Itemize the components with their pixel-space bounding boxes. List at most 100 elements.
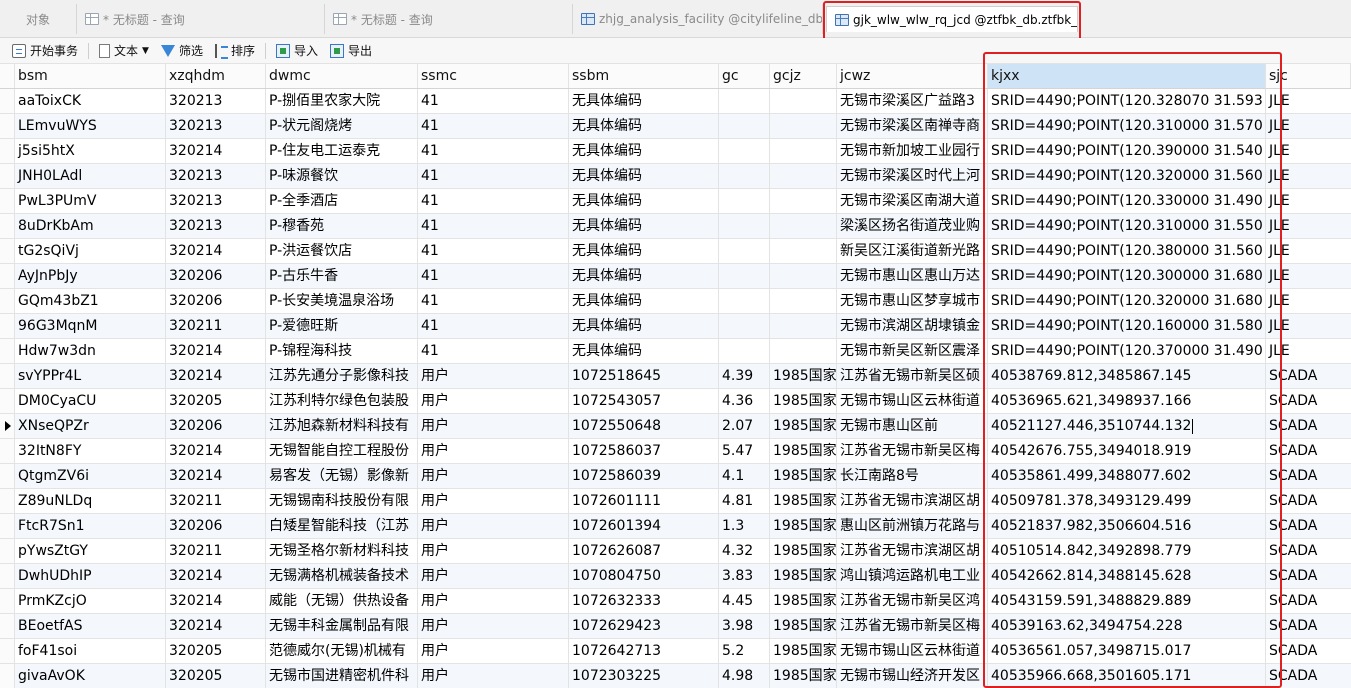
cell-kjxx[interactable]: 40510514.842,3492898.779 <box>988 539 1266 563</box>
cell-gcjz[interactable] <box>770 239 837 263</box>
cell-gcjz[interactable]: 1985国家 <box>770 414 837 438</box>
cell-ssmc[interactable]: 41 <box>418 314 569 338</box>
table-row[interactable]: aaToixCK 320213 P-捌佰里农家大院 41 无具体编码 无锡市梁溪区广益路3… <box>0 89 1351 114</box>
cell-kjxx[interactable]: SRID=4490;POINT(120.310000 31.550 <box>988 214 1266 238</box>
cell-ssbm[interactable]: 无具体编码 <box>569 139 719 163</box>
cell-kjxx[interactable]: SRID=4490;POINT(120.320000 31.560 <box>988 164 1266 188</box>
cell-sjc[interactable]: SCADA <box>1266 589 1351 613</box>
cell-ssbm[interactable]: 无具体编码 <box>569 214 719 238</box>
cell-ssmc[interactable]: 用户 <box>418 614 569 638</box>
cell-gc[interactable]: 4.36 <box>719 389 770 413</box>
cell-bsm[interactable]: j5si5htX <box>15 139 166 163</box>
cell-bsm[interactable]: 32ItN8FY <box>15 439 166 463</box>
cell-jcwz[interactable]: 无锡市锡山经济开发区 <box>837 664 988 688</box>
cell-gc[interactable]: 2.07 <box>719 414 770 438</box>
cell-ssbm[interactable]: 无具体编码 <box>569 89 719 113</box>
cell-kjxx[interactable]: 40543159.591,3488829.889 <box>988 589 1266 613</box>
cell-ssbm[interactable]: 无具体编码 <box>569 164 719 188</box>
cell-ssmc[interactable]: 41 <box>418 339 569 363</box>
cell-jcwz[interactable]: 江苏省无锡市滨湖区胡 <box>837 539 988 563</box>
cell-gcjz[interactable]: 1985国家 <box>770 639 837 663</box>
cell-kjxx[interactable]: SRID=4490;POINT(120.160000 31.580 <box>988 314 1266 338</box>
cell-jcwz[interactable]: 无锡市新加坡工业园行 <box>837 139 988 163</box>
tab-objects[interactable]: 对象 <box>0 4 77 34</box>
cell-ssmc[interactable]: 用户 <box>418 664 569 688</box>
cell-dwmc[interactable]: P-古乐牛香 <box>266 264 418 288</box>
cell-kjxx[interactable]: 40521837.982,3506604.516 <box>988 514 1266 538</box>
row-gutter[interactable] <box>0 464 15 488</box>
cell-gcjz[interactable]: 1985国家 <box>770 489 837 513</box>
filter-button[interactable]: 筛选 <box>155 40 209 62</box>
cell-ssbm[interactable]: 1070804750 <box>569 564 719 588</box>
cell-jcwz[interactable]: 无锡市惠山区前 <box>837 414 988 438</box>
cell-ssmc[interactable]: 41 <box>418 114 569 138</box>
table-row[interactable]: JNH0LAdl 320213 P-味源餐饮 41 无具体编码 无锡市梁溪区时代上河 SRI… <box>0 164 1351 189</box>
cell-sjc[interactable]: SCADA <box>1266 664 1351 688</box>
cell-xzqhdm[interactable]: 320206 <box>166 414 266 438</box>
cell-xzqhdm[interactable]: 320213 <box>166 164 266 188</box>
column-header-xzqhdm[interactable]: xzqhdm <box>166 64 266 88</box>
cell-ssmc[interactable]: 41 <box>418 164 569 188</box>
row-gutter[interactable] <box>0 139 15 163</box>
cell-bsm[interactable]: aaToixCK <box>15 89 166 113</box>
cell-ssbm[interactable]: 1072586037 <box>569 439 719 463</box>
cell-kjxx[interactable]: 40509781.378,3493129.499 <box>988 489 1266 513</box>
cell-bsm[interactable]: LEmvuWYS <box>15 114 166 138</box>
cell-kjxx[interactable]: 40536965.621,3498937.166 <box>988 389 1266 413</box>
cell-dwmc[interactable]: P-味源餐饮 <box>266 164 418 188</box>
cell-bsm[interactable]: foF41soi <box>15 639 166 663</box>
table-row[interactable]: BEoetfAS 320214 无锡丰科金属制品有限 用户 1072629423 3.98… <box>0 614 1351 639</box>
table-row[interactable]: DM0CyaCU 320205 江苏利特尔绿色包装股 用户 1072543057 4.36… <box>0 389 1351 414</box>
cell-ssmc[interactable]: 用户 <box>418 539 569 563</box>
cell-dwmc[interactable]: 无锡丰科金属制品有限 <box>266 614 418 638</box>
table-row[interactable]: PwL3PUmV 320213 P-全季酒店 41 无具体编码 无锡市梁溪区南湖大道 SRI… <box>0 189 1351 214</box>
cell-sjc[interactable]: SCADA <box>1266 389 1351 413</box>
row-gutter[interactable] <box>0 264 15 288</box>
cell-xzqhdm[interactable]: 320214 <box>166 239 266 263</box>
table-row[interactable]: PrmKZcjO 320214 威能（无锡）供热设备 用户 1072632333 4.45… <box>0 589 1351 614</box>
table-row[interactable]: Z89uNLDq 320211 无锡锡南科技股份有限 用户 1072601111 4.81… <box>0 489 1351 514</box>
cell-kjxx[interactable]: SRID=4490;POINT(120.390000 31.540 <box>988 139 1266 163</box>
cell-jcwz[interactable]: 无锡市新吴区新区震泽 <box>837 339 988 363</box>
row-gutter[interactable] <box>0 214 15 238</box>
cell-jcwz[interactable]: 江苏省无锡市新吴区鸿 <box>837 589 988 613</box>
cell-bsm[interactable]: Z89uNLDq <box>15 489 166 513</box>
cell-sjc[interactable]: JLE <box>1266 264 1351 288</box>
row-gutter[interactable] <box>0 514 15 538</box>
cell-dwmc[interactable]: 易客发（无锡）影像新 <box>266 464 418 488</box>
cell-dwmc[interactable]: 威能（无锡）供热设备 <box>266 589 418 613</box>
table-row[interactable]: FtcR7Sn1 320206 白矮星智能科技（江苏 用户 1072601394 1.3 1… <box>0 514 1351 539</box>
cell-ssbm[interactable]: 无具体编码 <box>569 239 719 263</box>
cell-ssbm[interactable]: 无具体编码 <box>569 339 719 363</box>
cell-jcwz[interactable]: 无锡市惠山区惠山万达 <box>837 264 988 288</box>
cell-gc[interactable] <box>719 289 770 313</box>
cell-ssbm[interactable]: 1072550648 <box>569 414 719 438</box>
cell-sjc[interactable]: SCADA <box>1266 564 1351 588</box>
cell-bsm[interactable]: FtcR7Sn1 <box>15 514 166 538</box>
row-gutter[interactable] <box>0 389 15 413</box>
cell-kjxx[interactable]: 40536561.057,3498715.017 <box>988 639 1266 663</box>
row-gutter[interactable] <box>0 289 15 313</box>
cell-gcjz[interactable] <box>770 114 837 138</box>
cell-dwmc[interactable]: P-爱德旺斯 <box>266 314 418 338</box>
cell-gc[interactable] <box>719 164 770 188</box>
column-header-gcjz[interactable]: gcjz <box>770 64 837 88</box>
cell-gc[interactable]: 4.81 <box>719 489 770 513</box>
cell-bsm[interactable]: tG2sQiVj <box>15 239 166 263</box>
cell-jcwz[interactable]: 江苏省无锡市新吴区梅 <box>837 614 988 638</box>
table-row[interactable]: pYwsZtGY 320211 无锡圣格尔新材料科技 用户 1072626087 4.32… <box>0 539 1351 564</box>
cell-dwmc[interactable]: P-状元阁烧烤 <box>266 114 418 138</box>
cell-gc[interactable]: 4.32 <box>719 539 770 563</box>
cell-sjc[interactable]: SCADA <box>1266 439 1351 463</box>
cell-ssbm[interactable]: 1072543057 <box>569 389 719 413</box>
cell-bsm[interactable]: svYPPr4L <box>15 364 166 388</box>
cell-jcwz[interactable]: 无锡市惠山区梦享城市 <box>837 289 988 313</box>
cell-ssbm[interactable]: 1072632333 <box>569 589 719 613</box>
tab-query-1[interactable]: * 无标题 - 查询 <box>77 4 325 34</box>
row-gutter[interactable] <box>0 664 15 688</box>
table-row[interactable]: j5si5htX 320214 P-住友电工运泰克 41 无具体编码 无锡市新加坡工业园行… <box>0 139 1351 164</box>
cell-ssmc[interactable]: 用户 <box>418 564 569 588</box>
cell-ssmc[interactable]: 用户 <box>418 389 569 413</box>
cell-gcjz[interactable]: 1985国家 <box>770 664 837 688</box>
column-header-kjxx[interactable]: kjxx <box>988 64 1266 88</box>
